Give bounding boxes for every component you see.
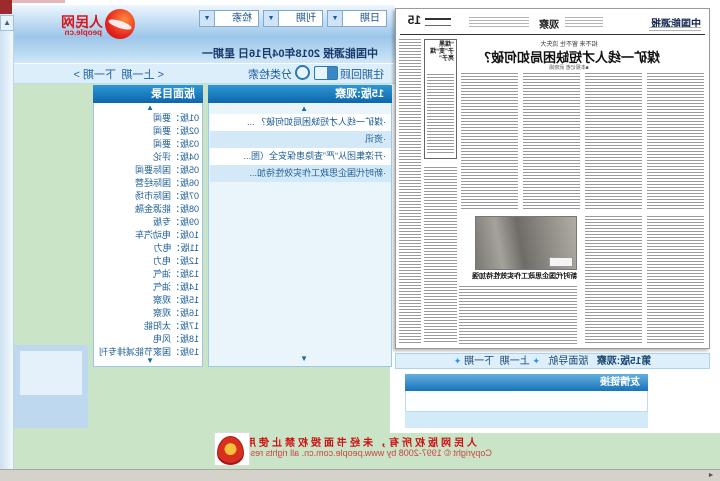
issue-select[interactable]: 刊期 ▼: [263, 10, 323, 27]
current-page-label: 第15版:观察: [597, 356, 651, 367]
directory-item[interactable]: 06版：国际经营: [97, 177, 199, 190]
directory-item[interactable]: 02版：要闻: [97, 125, 199, 138]
directory-item[interactable]: 05版：国际要闻: [97, 164, 199, 177]
chrome-red-corner: [0, 0, 12, 14]
scroll-up-icon[interactable]: ▲: [300, 104, 308, 113]
body-column: [647, 216, 704, 344]
article-list-item[interactable]: ·新时代国企思政工作实效性待加...: [210, 165, 391, 182]
next-page-link[interactable]: 下一期: [464, 356, 494, 367]
directory-item[interactable]: 01版：要闻: [97, 112, 199, 125]
view-toggle-icon[interactable]: [314, 66, 338, 80]
search-select[interactable]: 检索 ▼: [199, 10, 259, 27]
directory-item[interactable]: 14版：油气: [97, 281, 199, 294]
photo-caption: 新时代国企思政工作实效性待加强: [457, 271, 577, 281]
articles-panel-header: 15版:观察: [208, 85, 392, 103]
article-list-item[interactable]: ·煤矿一线人才短缺困局如何破？ ...: [210, 114, 391, 131]
scrollbar-up-button[interactable]: ▲: [0, 15, 14, 31]
scroll-up-icon[interactable]: ▲: [146, 103, 154, 112]
article-byline: ■本报记者 武晓娟: [444, 64, 694, 71]
body-column: [424, 167, 457, 344]
page-toolbar: 第15版:观察 版面导航 ✦ 上一期 下一期 ✦: [395, 353, 710, 369]
chevron-down-icon[interactable]: ▼: [264, 11, 279, 26]
masthead-page-number: 15: [408, 13, 421, 27]
sidebar-box: “煤黑子”变“煤亮子”: [424, 39, 457, 159]
next-diamond-icon: ✦: [454, 356, 462, 366]
search-select-value: 检索: [232, 13, 252, 24]
masthead-fineprint: [565, 17, 603, 29]
body-column: [523, 73, 580, 211]
masthead-rule: [425, 18, 451, 20]
sidebar-box-title: “煤黑子”变“煤亮子”: [427, 42, 454, 63]
prev-diamond-icon: ✦: [533, 356, 541, 366]
directory-item[interactable]: 12版：电力: [97, 255, 199, 268]
masthead-divider: [400, 34, 705, 35]
directory-item[interactable]: 18版：风电: [97, 333, 199, 346]
scroll-down-icon[interactable]: ▼: [300, 354, 308, 363]
prev-page-link[interactable]: 上一期: [500, 356, 530, 367]
sidebar-box-text: [427, 74, 454, 154]
copyright-en: Copyright © 1997-2008 by www.people.com.…: [0, 448, 720, 458]
horizontal-scrollbar[interactable]: [0, 469, 720, 481]
masthead-section: 观察: [539, 16, 559, 31]
logo-title-en[interactable]: people.cn: [65, 28, 102, 37]
article-list-item[interactable]: ·资讯: [210, 131, 391, 148]
license-badge[interactable]: [214, 432, 250, 466]
copyright-cn: 人民网版权所有，未经书面授权禁止使用: [0, 434, 720, 449]
directory-item[interactable]: 07版：国际市场: [97, 190, 199, 203]
date-select[interactable]: 日期 ▼: [327, 10, 387, 27]
masthead-fineprint: [469, 17, 529, 29]
past-issues-link[interactable]: 往期回顾: [340, 66, 384, 82]
directory-item[interactable]: 09版：专版: [97, 216, 199, 229]
issue-date-line: 中国能源报 2018年04月16日 星期一: [202, 45, 378, 61]
friendly-links-footer: [405, 412, 648, 428]
masthead-fineprint: [649, 27, 701, 31]
directory-item[interactable]: 13版：油气: [97, 268, 199, 281]
body-column: [585, 73, 642, 211]
chevron-down-icon[interactable]: ▼: [328, 11, 343, 26]
directory-item[interactable]: 10版：电动汽车: [97, 229, 199, 242]
scroll-down-icon[interactable]: ▼: [146, 356, 154, 365]
friendly-links-panel: 友情链接: [405, 374, 648, 428]
date-select-value: 日期: [360, 13, 380, 24]
friendly-links-title: 友情链接: [405, 374, 648, 391]
body-column: [585, 216, 642, 344]
category-search-link[interactable]: 分类检索: [248, 66, 292, 82]
article-list-item[interactable]: ·开滦集团从“严”查隐患保安全（图...: [210, 148, 391, 165]
newspaper-page-image[interactable]: 中国能源报 观察 15 招不来 留不住 流失大 煤矿一线人才短缺困局如何破？ ■…: [395, 8, 710, 349]
vertical-scrollbar[interactable]: [0, 14, 14, 469]
friendly-links-body[interactable]: [405, 391, 648, 412]
masthead-rule: [425, 25, 451, 26]
side-info-box-inner: [20, 351, 82, 395]
page-nav-link[interactable]: 版面导航: [548, 356, 588, 367]
directory-panel-header: 版面目录: [93, 85, 203, 103]
side-info-box: [14, 345, 88, 428]
next-issue-link[interactable]: 下一期 >: [74, 66, 116, 82]
directory-item[interactable]: 15版：观察: [97, 294, 199, 307]
chrome-red-line: [10, 0, 65, 3]
search-badge-icon[interactable]: [295, 65, 310, 80]
people-cn-logo-icon: [105, 9, 135, 39]
license-badge-emblem: [217, 436, 244, 465]
browser-viewport: 人民网 people.cn 日期 ▼ 刊期 ▼ 检索 ▼ 中国能源报 2018年…: [0, 0, 720, 481]
directory-item[interactable]: 16版：观察: [97, 307, 199, 320]
chevron-down-icon[interactable]: ▼: [200, 11, 215, 26]
body-column: [399, 39, 421, 344]
directory-item[interactable]: 08版：能源金融: [97, 203, 199, 216]
mirrored-capture: 人民网 people.cn 日期 ▼ 刊期 ▼ 检索 ▼ 中国能源报 2018年…: [0, 0, 720, 481]
scrollbar-left-button[interactable]: ◄: [704, 471, 718, 480]
body-column: [461, 73, 518, 211]
directory-item[interactable]: 11版：电力: [97, 242, 199, 255]
issue-select-value: 刊期: [296, 13, 316, 24]
directory-item[interactable]: 04版：评论: [97, 151, 199, 164]
body-column: [647, 73, 704, 211]
directory-item[interactable]: 03版：要闻: [97, 138, 199, 151]
body-column: [459, 286, 577, 344]
directory-item[interactable]: 17版：太阳能: [97, 320, 199, 333]
prev-issue-link[interactable]: < 上一期: [122, 66, 164, 82]
photo-credit-chip: [549, 257, 573, 267]
